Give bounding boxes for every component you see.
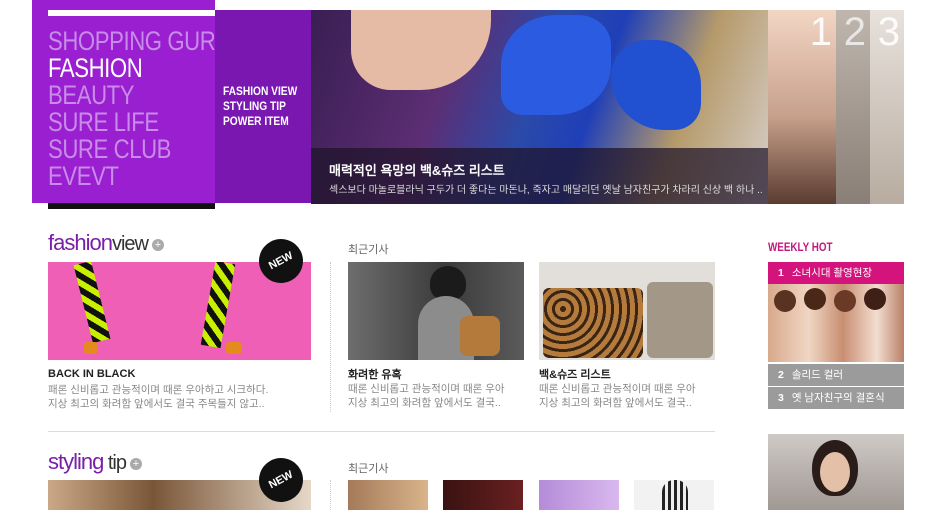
fashion-view-heading[interactable]: fashionview + — [48, 230, 164, 256]
recent-card-desc-2b: 지상 최고의 화려함 앞에서도 결국.. — [539, 397, 692, 409]
submenu-styling-tip[interactable]: STYLING TIP — [223, 99, 286, 114]
recent-card-desc-1a: 때론 신비롭고 관능적이며 때론 우아 — [348, 383, 505, 395]
styling-recent-image-2[interactable] — [443, 480, 523, 510]
submenu-power-item[interactable]: POWER ITEM — [223, 114, 289, 129]
styling-recent-image-3[interactable] — [539, 480, 619, 510]
recent-card-title-1[interactable]: 화려한 유혹 — [348, 366, 402, 382]
hero-thumbnails: 1 2 3 — [768, 10, 904, 204]
hero-banner[interactable]: 매력적인 욕망의 백&슈즈 리스트 섹스보다 마놀로블라닉 구두가 더 좋다는 … — [311, 10, 768, 204]
weekly-hot-image[interactable] — [768, 284, 904, 362]
menu-item-fashion[interactable]: FASHION — [48, 55, 143, 82]
weekly-hot-label: 솔리드 컬러 — [791, 369, 844, 381]
hero-shoe-image-2 — [611, 40, 701, 130]
hero-title[interactable]: 매력적인 욕망의 백&슈즈 리스트 — [329, 160, 505, 179]
hero-shoe-image — [501, 15, 611, 115]
recent-card-desc-2a: 때론 신비롭고 관능적이며 때론 우아 — [539, 383, 696, 395]
submenu-fashion-view[interactable]: FASHION VIEW — [223, 84, 297, 99]
menu-item-event[interactable]: EVEVT — [48, 163, 119, 190]
hero-thumb-2[interactable]: 2 — [836, 10, 870, 204]
weekly-hot-title: WEEKLY HOT — [768, 240, 833, 254]
hero-thumb-number: 2 — [843, 10, 866, 54]
hero-thumb-number: 3 — [877, 10, 900, 54]
hero-thumb-1[interactable]: 1 — [768, 10, 836, 204]
weekly-hot-label: 옛 남자친구의 결혼식 — [791, 392, 885, 404]
hero-caption: 매력적인 욕망의 백&슈즈 리스트 섹스보다 마놀로블라닉 구두가 더 좋다는 … — [311, 148, 768, 204]
hero-thumb-3[interactable]: 3 — [870, 10, 904, 204]
fashion-view-main-title[interactable]: BACK IN BLACK — [48, 368, 135, 380]
menu-item-sure-club[interactable]: SURE CLUB — [48, 136, 171, 163]
recent-articles-label: 최근기사 — [348, 244, 389, 256]
menu-bottom-bar — [48, 203, 215, 209]
weekly-hot-item-2[interactable]: 2 솔리드 컬러 — [768, 364, 904, 386]
recent-card-title-2[interactable]: 백&슈즈 리스트 — [539, 366, 611, 382]
hero-description: 섹스보다 마놀로블라닉 구두가 더 좋다는 마돈나, 죽자고 매달리던 옛날 남… — [329, 185, 763, 196]
weekly-hot-rank: 3 — [778, 392, 784, 404]
recent-card-image-2[interactable] — [539, 262, 715, 360]
main-category-menu: SHOPPING GURU FASHION BEAUTY SURE LIFE S… — [32, 0, 231, 203]
styling-tip-heading[interactable]: styling tip + — [48, 449, 142, 475]
recent-card-image-1[interactable] — [348, 262, 524, 360]
fashion-view-main-desc-2: 지상 최고의 화려함 앞에서도 결국 주목들지 않고.. — [48, 398, 265, 410]
weekly-hot-label: 소녀시대 촬영현장 — [791, 267, 873, 279]
divider — [330, 480, 331, 510]
weekly-hot-item-1[interactable]: 1 소녀시대 촬영현장 — [768, 262, 904, 284]
styling-tip-heading-a: styling — [48, 449, 104, 474]
styling-recent-image-4[interactable] — [634, 480, 714, 510]
menu-top-bar — [48, 10, 215, 16]
fashion-view-main-desc-1: 패론 신비롭고 관능적이며 때론 우아하고 시크하다. — [48, 384, 269, 396]
fashion-submenu: FASHION VIEW STYLING TIP POWER ITEM — [215, 10, 311, 203]
recent-card-desc-1b: 지상 최고의 화려함 앞에서도 결국.. — [348, 397, 501, 409]
side-banner-image[interactable] — [768, 434, 904, 510]
menu-item-beauty[interactable]: BEAUTY — [48, 82, 135, 109]
weekly-hot-rank: 2 — [778, 369, 784, 381]
styling-tip-heading-b: tip — [107, 452, 127, 474]
weekly-hot-item-3[interactable]: 3 옛 남자친구의 결혼식 — [768, 387, 904, 409]
section-divider — [48, 431, 715, 432]
hero-thumb-number: 1 — [809, 10, 832, 54]
fashion-view-heading-b: view — [111, 233, 149, 255]
hero-hand-image — [351, 10, 491, 90]
menu-item-shopping-guru[interactable]: SHOPPING GURU — [48, 28, 231, 55]
fashion-view-heading-a: fashion — [48, 230, 113, 255]
recent-articles-label: 최근기사 — [348, 463, 389, 475]
divider — [330, 262, 331, 412]
more-plus-icon[interactable]: + — [129, 458, 142, 470]
weekly-hot-rank: 1 — [778, 267, 784, 279]
more-plus-icon[interactable]: + — [151, 239, 164, 251]
styling-recent-image-1[interactable] — [348, 480, 428, 510]
menu-item-sure-life[interactable]: SURE LIFE — [48, 109, 159, 136]
